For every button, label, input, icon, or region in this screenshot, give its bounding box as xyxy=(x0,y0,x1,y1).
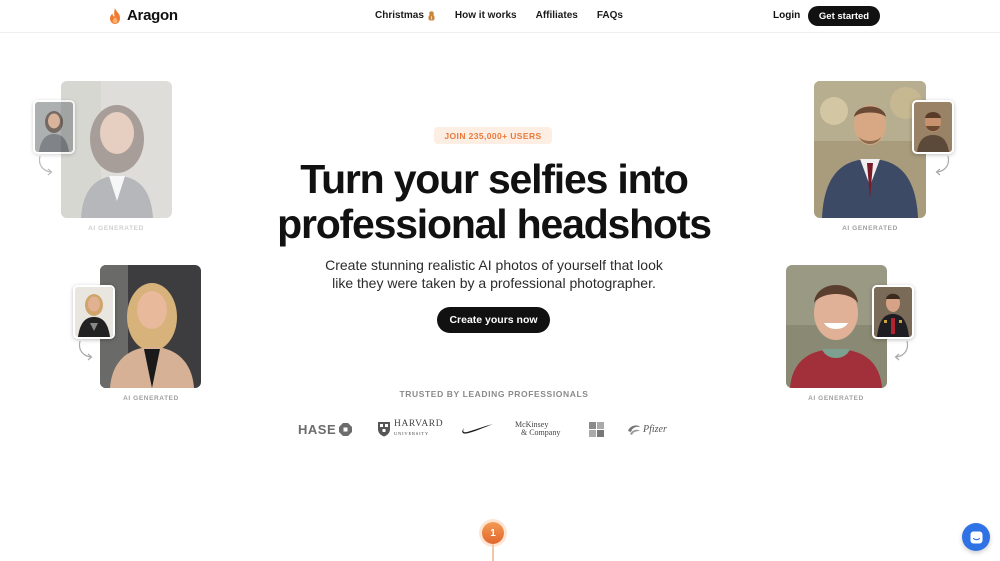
flame-icon xyxy=(110,7,120,24)
subheading-line-2: like they were taken by a professional p… xyxy=(332,275,656,291)
selfie-man-uniform xyxy=(874,287,912,337)
selfie-man-beard xyxy=(914,102,952,152)
chat-launcher-button[interactable] xyxy=(962,523,990,551)
login-link[interactable]: Login xyxy=(773,10,800,21)
grid-square-logo xyxy=(589,417,604,441)
headshot-man-suit xyxy=(814,81,926,218)
step-connector-line xyxy=(492,544,494,561)
ai-generated-label: AI GENERATED xyxy=(808,395,864,402)
get-started-button[interactable]: Get started xyxy=(808,6,880,26)
client-logos: HASE HARVARD UNIVERSITY McKinsey & Compa… xyxy=(298,417,678,441)
subheading-line-1: Create stunning realistic AI photos of y… xyxy=(325,257,663,273)
chat-icon xyxy=(970,531,982,543)
headline-line-2: professional headshots xyxy=(277,201,712,247)
nav-link-affiliates[interactable]: Affiliates xyxy=(536,10,578,21)
selfie-thumb-left-top xyxy=(33,100,75,154)
mckinsey-logo: McKinsey & Company xyxy=(515,417,560,441)
nike-logo xyxy=(461,417,493,441)
chase-octagon-icon xyxy=(339,422,353,436)
trusted-by-heading: TRUSTED BY LEADING PROFESSIONALS xyxy=(399,389,589,399)
curved-arrow-icon xyxy=(894,340,909,361)
nav-link-christmas-label: Christmas xyxy=(375,10,424,21)
curved-arrow-icon xyxy=(78,340,93,361)
selfie-thumb-left-bottom xyxy=(73,285,115,339)
pfizer-swirl-icon xyxy=(628,425,640,435)
pfizer-text: Pfizer xyxy=(643,423,667,435)
chase-logo-text: HASE xyxy=(298,421,337,437)
headline-line-1: Turn your selfies into xyxy=(300,156,689,202)
harvard-logo: HARVARD UNIVERSITY xyxy=(377,417,443,441)
selfie-thumb-right-top xyxy=(912,100,954,154)
ai-generated-label: AI GENERATED xyxy=(88,225,144,232)
nav-link-faqs[interactable]: FAQs xyxy=(597,10,623,21)
ai-generated-label: AI GENERATED xyxy=(123,395,179,402)
users-count-badge: JOIN 235,000+ USERS xyxy=(434,127,552,144)
selfie-woman-car xyxy=(35,102,73,152)
step-number-badge: 1 xyxy=(482,522,504,544)
harvard-shield-icon xyxy=(378,422,390,437)
brand-logo[interactable]: Aragon xyxy=(108,7,178,24)
mckinsey-text-2: & Company xyxy=(521,428,561,437)
brand-name: Aragon xyxy=(127,7,178,24)
headshot-card-left-bottom xyxy=(100,265,201,388)
nike-swoosh-icon xyxy=(462,424,493,434)
headshot-woman-blonde xyxy=(100,265,201,388)
gingerbread-icon xyxy=(428,10,435,20)
headshot-card-left-top xyxy=(61,81,172,218)
nav-link-how-it-works[interactable]: How it works xyxy=(455,10,517,21)
nav-link-christmas[interactable]: Christmas xyxy=(375,10,436,21)
headshot-card-right-top xyxy=(814,81,926,218)
chase-logo: HASE xyxy=(298,417,353,441)
harvard-wordmark: HARVARD UNIVERSITY xyxy=(394,419,444,438)
harvard-sub-text: UNIVERSITY xyxy=(394,431,429,436)
curved-arrow-icon xyxy=(38,155,53,176)
curved-arrow-icon xyxy=(935,155,950,176)
selfie-thumb-right-bottom xyxy=(872,285,914,339)
nav-links: Christmas How it works Affiliates FAQs xyxy=(375,10,623,21)
harvard-main-text: HARVARD xyxy=(394,419,444,429)
selfie-woman-blonde xyxy=(75,287,113,337)
ai-generated-label: AI GENERATED xyxy=(842,225,898,232)
grid-squares-icon xyxy=(589,421,604,437)
create-yours-now-button[interactable]: Create yours now xyxy=(437,307,550,333)
headshot-woman-dark-hair xyxy=(61,81,172,218)
top-navbar: Aragon Christmas How it works Affiliates… xyxy=(0,0,1000,33)
pfizer-logo: Pfizer xyxy=(627,417,667,441)
hero-subheading: Create stunning realistic AI photos of y… xyxy=(310,256,678,292)
hero-headline: Turn your selfies into professional head… xyxy=(250,157,738,247)
